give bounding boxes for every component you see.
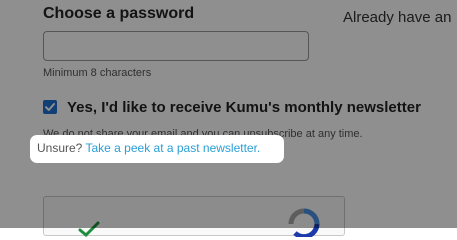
password-hint: Minimum 8 characters bbox=[43, 67, 152, 79]
unsure-text: Unsure? bbox=[37, 141, 83, 155]
checkmark-icon bbox=[45, 103, 55, 111]
captcha-widget[interactable] bbox=[43, 196, 345, 237]
newsletter-checkbox[interactable] bbox=[43, 100, 57, 114]
newsletter-label[interactable]: Yes, I'd like to receive Kumu's monthly … bbox=[67, 99, 421, 116]
recaptcha-logo-icon bbox=[288, 208, 320, 237]
past-newsletter-link[interactable]: Take a peek at a past newsletter. bbox=[85, 141, 260, 155]
newsletter-link-highlight: Unsure? Take a peek at a past newsletter… bbox=[30, 135, 284, 163]
login-prompt-text: Already have an bbox=[343, 9, 452, 26]
password-label: Choose a password bbox=[43, 5, 195, 22]
captcha-checkmark-icon bbox=[78, 221, 100, 237]
password-input[interactable] bbox=[43, 31, 309, 61]
